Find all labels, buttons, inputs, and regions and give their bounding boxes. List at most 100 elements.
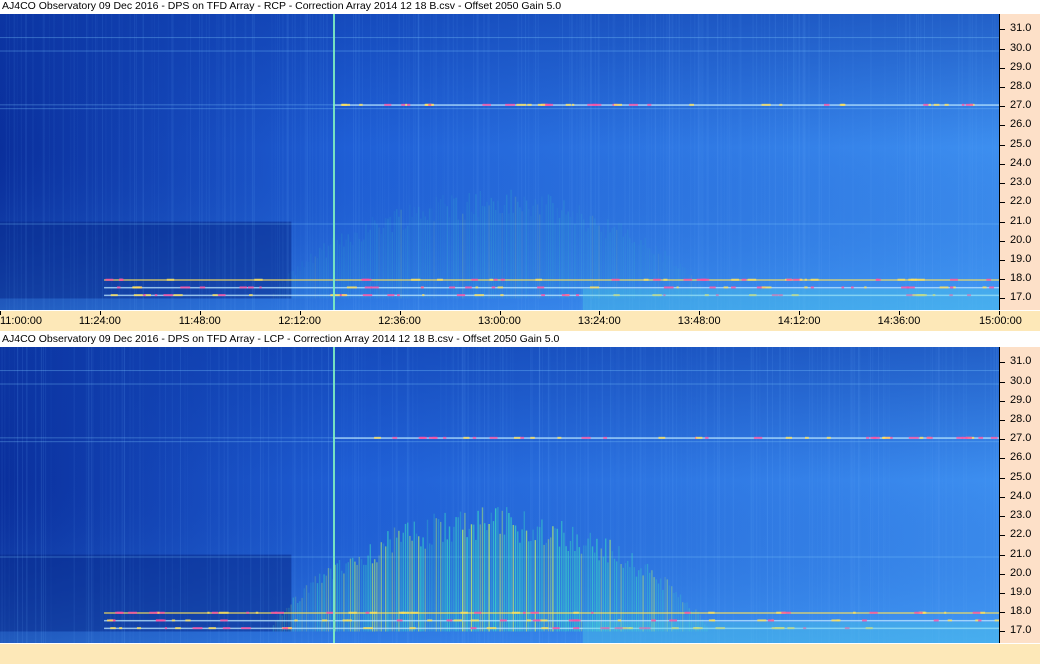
rfi-dot: [950, 278, 958, 281]
burst-stria: [275, 290, 277, 299]
burst-stria: [462, 529, 464, 632]
rfi-dot: [920, 611, 923, 614]
rfi-dot: [396, 619, 403, 622]
rfi-dot: [180, 286, 191, 289]
burst-stria: [275, 621, 277, 632]
rfi-dot: [428, 103, 432, 106]
noise-column: [720, 14, 722, 310]
burst-stria: [475, 539, 477, 632]
burst-stria: [569, 540, 572, 632]
rfi-dot: [387, 294, 395, 297]
burst-stria: [532, 205, 534, 299]
rfi-dot: [405, 103, 408, 106]
burst-stria: [484, 206, 486, 299]
rfi-dot: [166, 278, 175, 281]
rfi-dot: [956, 436, 964, 439]
noise-column: [102, 347, 104, 643]
burst-stria: [400, 541, 402, 632]
noise-column: [938, 347, 940, 643]
noise-column: [898, 14, 900, 310]
rfi-dot: [219, 611, 229, 614]
rfi-dot: [978, 436, 984, 439]
rfi-dot: [361, 278, 369, 281]
burst-stria: [556, 207, 558, 299]
noise-column: [789, 347, 791, 643]
rfi-dot: [143, 294, 146, 297]
frequency-tick-label: 23.0: [1010, 509, 1032, 522]
rfi-dot: [944, 611, 947, 614]
burst-stria: [409, 204, 411, 299]
burst-stria: [609, 539, 611, 632]
rfi-dot: [472, 436, 477, 439]
rfi-dot: [557, 436, 562, 439]
rfi-dot: [823, 103, 830, 106]
burst-stria: [404, 523, 407, 632]
burst-stria: [618, 546, 620, 632]
noise-column: [62, 14, 64, 310]
rfi-dot: [831, 619, 841, 622]
rfi-dot: [322, 619, 328, 622]
rfi-dot: [804, 278, 807, 281]
noise-column: [798, 14, 800, 310]
rfi-dot: [453, 619, 462, 622]
burst-stria: [572, 211, 574, 299]
rfi-dot: [617, 619, 622, 622]
lcp-spectrogram: [0, 347, 999, 643]
burst-stria: [501, 213, 503, 299]
frequency-tick: [1000, 439, 1005, 441]
rfi-dot: [330, 294, 341, 297]
noise-column: [244, 14, 246, 310]
rfi-dot: [785, 436, 793, 439]
burst-stria: [607, 219, 609, 299]
noise-column: [827, 347, 829, 643]
time-tick-label: 12:12:00: [278, 315, 322, 327]
noise-column: [786, 347, 788, 643]
burst-stria: [448, 217, 451, 299]
noise-column: [965, 347, 967, 643]
rfi-dot: [427, 619, 433, 622]
noise-column: [224, 14, 226, 310]
rfi-dot: [574, 619, 579, 622]
noise-column: [884, 14, 886, 310]
noise-column: [129, 347, 131, 643]
time-tick-label: 13:00:00: [478, 315, 521, 327]
rfi-dot: [470, 619, 479, 622]
noise-column: [958, 14, 960, 310]
noise-column: [463, 347, 465, 643]
lcp-spectrogram-svg: [0, 347, 999, 643]
noise-column: [774, 14, 776, 310]
rfi-dot: [939, 286, 949, 289]
noise-column: [787, 14, 789, 310]
noise-column: [828, 14, 830, 310]
noise-column: [133, 14, 135, 310]
noise-column: [868, 347, 870, 643]
rfi-dot: [157, 611, 160, 614]
rfi-dot: [211, 611, 219, 614]
rfi-dot: [591, 611, 594, 614]
frequency-tick-label: 30.0: [1010, 41, 1032, 54]
frequency-tick: [1000, 477, 1005, 479]
rfi-dot: [761, 103, 771, 106]
rfi-dot: [767, 619, 775, 622]
burst-stria: [398, 216, 400, 299]
burst-stria: [347, 234, 349, 299]
burst-stria: [411, 540, 413, 632]
noise-column: [923, 14, 925, 310]
burst-stria: [385, 546, 387, 632]
frequency-tick: [1000, 496, 1005, 498]
frequency-tick: [1000, 29, 1005, 31]
burst-stria: [389, 539, 391, 632]
burst-stria: [536, 204, 539, 299]
noise-column: [705, 347, 707, 643]
vertical-marker: [333, 14, 335, 310]
noise-column: [888, 347, 890, 643]
time-tick-label: 11:24:00: [78, 315, 121, 327]
burst-stria: [624, 233, 627, 299]
burst-stria: [503, 205, 506, 299]
burst-stria: [352, 244, 354, 299]
burst-stria: [481, 205, 484, 299]
noise-column: [110, 347, 112, 643]
frequency-tick-label: 22.0: [1010, 195, 1032, 208]
frequency-tick-label: 18.0: [1010, 605, 1032, 618]
noise-column: [963, 347, 965, 643]
